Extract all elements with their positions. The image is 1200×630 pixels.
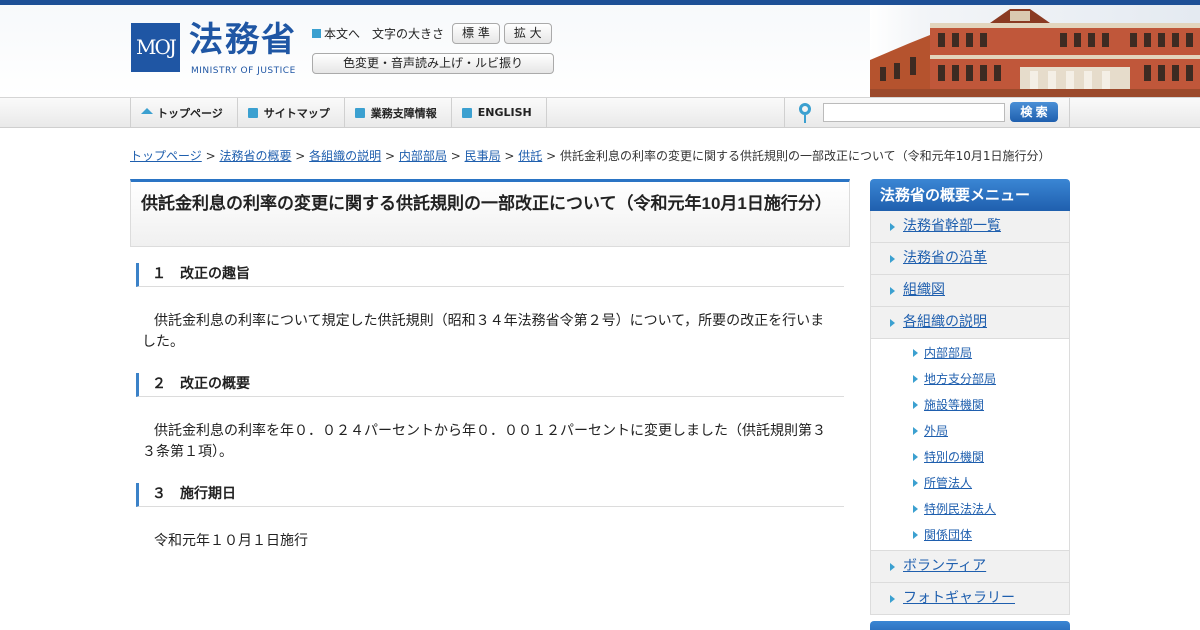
- sidebar-subitem-special-bodies[interactable]: 特別の機関: [871, 444, 1069, 470]
- sidebar-item-label: 各組織の説明: [903, 314, 987, 330]
- section-heading: ２ 改正の概要: [136, 373, 844, 397]
- font-standard-button[interactable]: 標 準: [452, 22, 500, 44]
- main-content: 供託金利息の利率の変更に関する供託規則の一部改正について（令和元年10月1日施行…: [130, 179, 850, 549]
- section-heading: １ 改正の趣旨: [136, 263, 844, 287]
- page-title-box: 供託金利息の利率の変更に関する供託規則の一部改正について（令和元年10月1日施行…: [130, 179, 850, 247]
- bullet-icon: [354, 107, 365, 118]
- bullet-icon: [461, 107, 472, 118]
- breadcrumb-separator: >: [381, 149, 399, 163]
- sidebar-list: 法務省幹部一覧 法務省の沿革 組織図 各組織の説明 内部部局 地方支分部局 施設…: [870, 211, 1070, 615]
- breadcrumb-separator: >: [291, 149, 310, 163]
- breadcrumb-link-civil-affairs[interactable]: 民事局: [465, 149, 501, 163]
- logo-english-name: MINISTRY OF JUSTICE: [191, 66, 296, 76]
- sidebar-subitem-label: 内部部局: [924, 346, 973, 360]
- breadcrumb-separator: >: [500, 149, 519, 163]
- sidebar-subitem-label: 施設等機関: [924, 398, 985, 412]
- sidebar-subitem-regional-bureaus[interactable]: 地方支分部局: [871, 366, 1069, 392]
- sidebar-submenu: 内部部局 地方支分部局 施設等機関 外局 特別の機関 所管法人 特例民法法人 関…: [871, 339, 1069, 551]
- breadcrumb-separator: >: [542, 149, 560, 163]
- bullet-icon: [247, 107, 258, 118]
- sidebar-item-org-chart[interactable]: 組織図: [871, 275, 1069, 307]
- home-icon: [141, 107, 153, 114]
- sidebar-subitem-internal-bureaus[interactable]: 内部部局: [871, 340, 1069, 366]
- next-sidebar-menu-header: [870, 621, 1070, 630]
- sidebar-subitem-special-civil-corporations[interactable]: 特例民法法人: [871, 496, 1069, 522]
- bullet-icon: [312, 28, 321, 38]
- sidebar-item-label: 法務省の沿革: [903, 250, 987, 266]
- sidebar-subitem-label: 所管法人: [924, 476, 973, 490]
- sidebar-subitem-related-groups[interactable]: 関係団体: [871, 522, 1069, 548]
- sidebar-item-executives[interactable]: 法務省幹部一覧: [871, 211, 1069, 243]
- sidebar-item-label: 組織図: [903, 282, 945, 298]
- site-search: 検 索: [784, 98, 1070, 127]
- global-nav: トップページ サイトマップ 業務支障情報 ENGLISH: [130, 98, 547, 127]
- site-logo[interactable]: MOJ 法務省 MINISTRY OF JUSTICE: [131, 20, 301, 80]
- sidebar-subitem-label: 外局: [924, 424, 949, 438]
- breadcrumb-link-overview[interactable]: 法務省の概要: [219, 149, 291, 163]
- font-size-label: 文字の大きさ: [372, 26, 445, 41]
- moj-logo-mark: MOJ: [131, 23, 180, 72]
- sidebar-subitem-facilities[interactable]: 施設等機関: [871, 392, 1069, 418]
- sidebar-title: 法務省の概要メニュー: [870, 179, 1070, 211]
- nav-item-label: サイトマップ: [263, 106, 330, 120]
- sidebar-subitem-label: 特例民法法人: [924, 502, 997, 516]
- breadcrumb-link-top[interactable]: トップページ: [130, 149, 202, 163]
- sidebar-item-organizations[interactable]: 各組織の説明: [871, 307, 1069, 339]
- sidebar-item-volunteer[interactable]: ボランティア: [871, 551, 1069, 583]
- sidebar-item-label: 法務省幹部一覧: [903, 218, 1001, 234]
- section-body: 令和元年１０月１日施行: [154, 533, 308, 549]
- nav-item-label: ENGLISH: [477, 106, 532, 119]
- sidebar-subitem-label: 特別の機関: [924, 450, 985, 464]
- utility-bar: 本文へ 文字の大きさ 標 準 拡 大: [312, 22, 552, 44]
- breadcrumb-link-organizations[interactable]: 各組織の説明: [309, 149, 381, 163]
- red-brick-building-image: [870, 5, 1200, 97]
- nav-item-english[interactable]: ENGLISH: [450, 98, 547, 127]
- sidebar-item-label: ボランティア: [903, 558, 987, 574]
- nav-item-sitemap[interactable]: サイトマップ: [236, 98, 344, 127]
- nav-item-top-page[interactable]: トップページ: [130, 98, 237, 127]
- sidebar-menu: 法務省の概要メニュー 法務省幹部一覧 法務省の沿革 組織図 各組織の説明 内部部…: [870, 179, 1070, 630]
- skip-to-content-link[interactable]: 本文へ: [324, 25, 360, 42]
- breadcrumb-link-internal-bureaus[interactable]: 内部部局: [399, 149, 447, 163]
- building-photo: [870, 5, 1200, 97]
- search-input[interactable]: [823, 103, 1005, 122]
- logo-japanese-name: 法務省: [189, 20, 297, 60]
- sidebar-subitem-external-agencies[interactable]: 外局: [871, 418, 1069, 444]
- search-pin-icon: [799, 103, 811, 123]
- breadcrumb-link-deposit[interactable]: 供託: [518, 149, 542, 163]
- nav-item-label: トップページ: [157, 106, 223, 120]
- breadcrumb-current: 供託金利息の利率の変更に関する供託規則の一部改正について（令和元年10月1日施行…: [559, 149, 1051, 163]
- sidebar-item-history[interactable]: 法務省の沿革: [871, 243, 1069, 275]
- sidebar-item-photo-gallery[interactable]: フォトギャラリー: [871, 583, 1069, 615]
- section-heading: ３ 施行期日: [136, 483, 844, 507]
- breadcrumb: トップページ > 法務省の概要 > 各組織の説明 > 内部部局 > 民事局 > …: [130, 147, 1051, 164]
- sidebar-subitem-label: 地方支分部局: [924, 372, 997, 386]
- sidebar-subitem-affiliated-corporations[interactable]: 所管法人: [871, 470, 1069, 496]
- accessibility-tools-button[interactable]: 色変更・音声読み上げ・ルビ振り: [312, 53, 554, 74]
- global-nav-bar: トップページ サイトマップ 業務支障情報 ENGLISH 検 索: [0, 97, 1200, 128]
- section-body: 供託金利息の利率について規定した供託規則（昭和３４年法務省令第２号）について，所…: [142, 313, 825, 350]
- search-button[interactable]: 検 索: [1010, 102, 1058, 122]
- breadcrumb-separator: >: [201, 149, 220, 163]
- sidebar-item-label: フォトギャラリー: [903, 590, 1015, 606]
- breadcrumb-separator: >: [446, 149, 465, 163]
- nav-item-service-disruption[interactable]: 業務支障情報: [343, 98, 451, 127]
- nav-item-label: 業務支障情報: [370, 106, 437, 120]
- sidebar-subitem-label: 関係団体: [924, 528, 973, 542]
- page-title: 供託金利息の利率の変更に関する供託規則の一部改正について（令和元年10月1日施行…: [141, 194, 832, 213]
- section-body: 供託金利息の利率を年０．０２４パーセントから年０．００１２パーセントに変更しまし…: [142, 423, 826, 460]
- font-large-button[interactable]: 拡 大: [503, 22, 552, 44]
